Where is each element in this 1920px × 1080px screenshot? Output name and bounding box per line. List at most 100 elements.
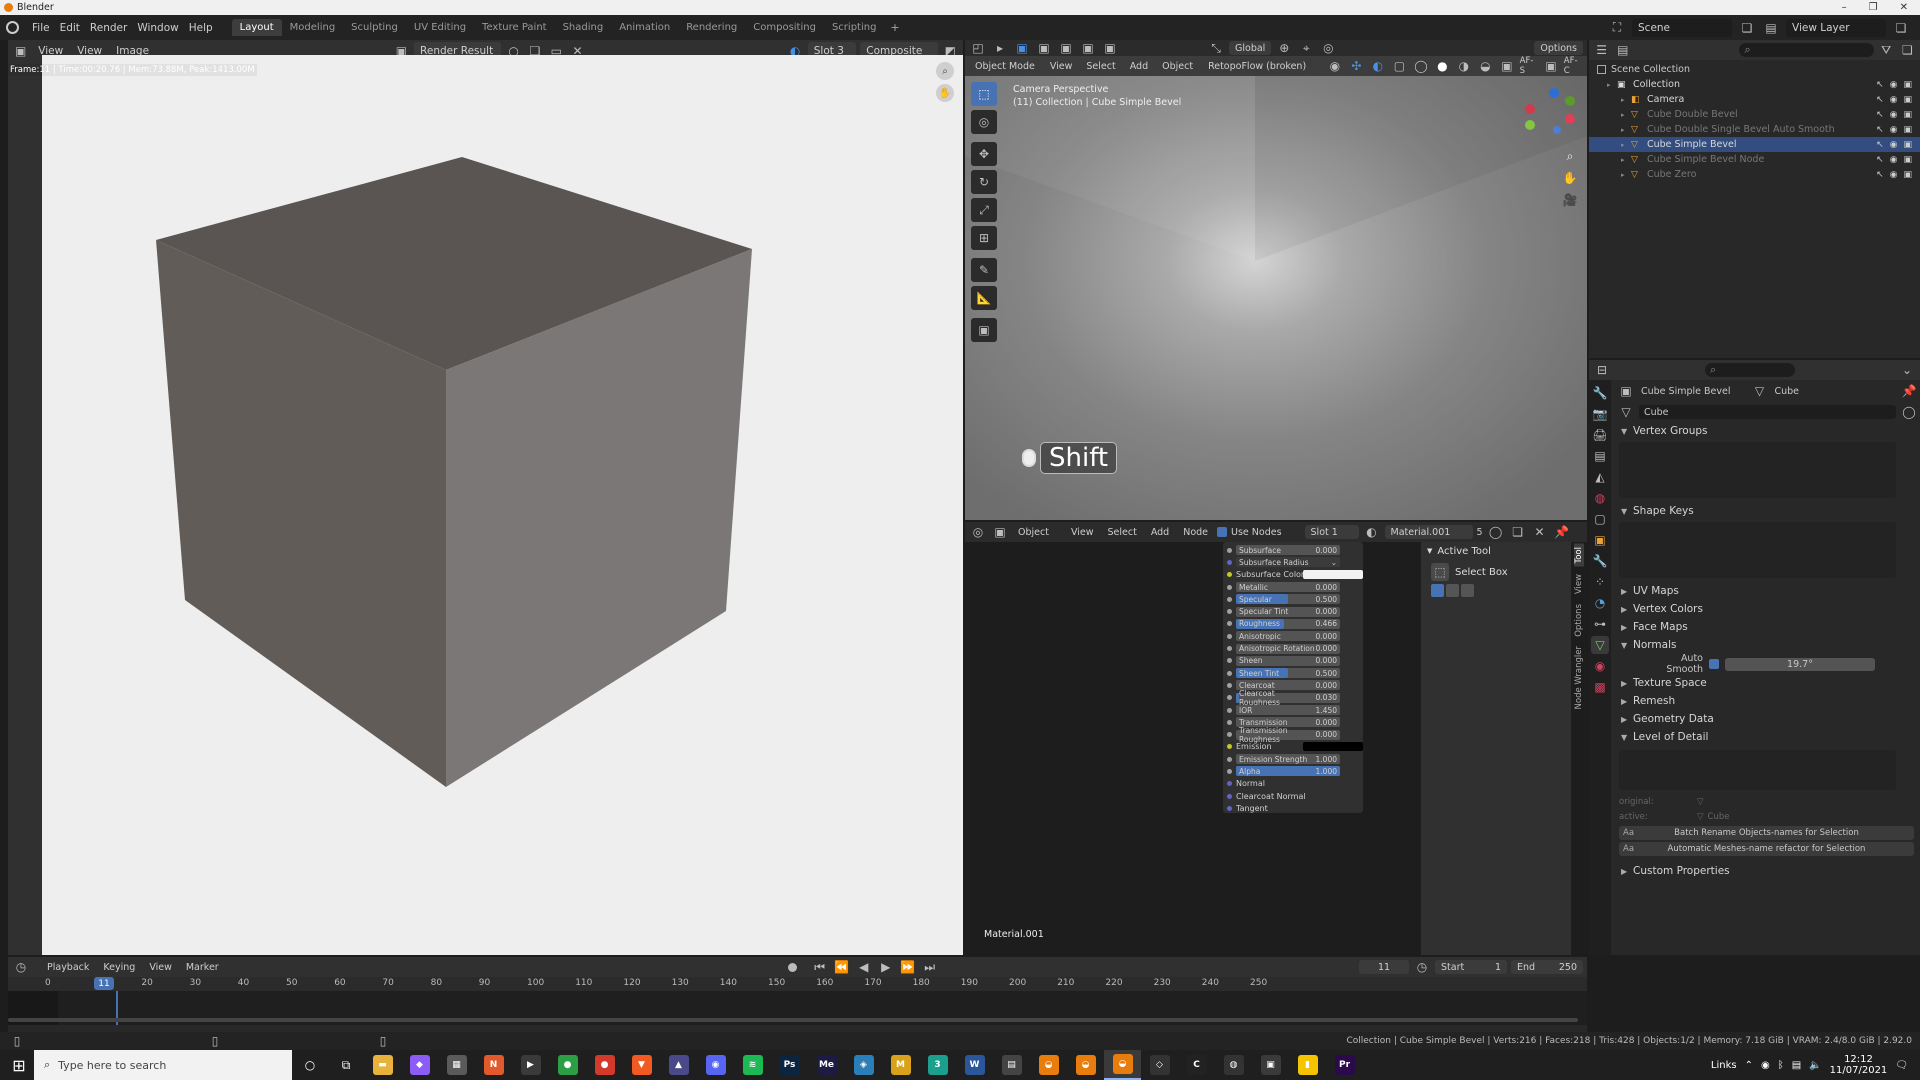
socket-dot-icon[interactable] bbox=[1227, 596, 1232, 602]
jump-end-icon[interactable]: ⏭ bbox=[921, 958, 939, 976]
viewport-view-menu[interactable]: View bbox=[1045, 61, 1078, 72]
unity-icon[interactable]: ◇ bbox=[1141, 1050, 1178, 1080]
node-select-menu[interactable]: Select bbox=[1103, 527, 1142, 538]
workspace-tab-rendering[interactable]: Rendering bbox=[678, 19, 745, 36]
add-cube-tool-icon[interactable]: ▣ bbox=[971, 318, 997, 342]
bluetooth-icon[interactable]: ᛒ bbox=[1778, 1060, 1784, 1071]
material-users-count[interactable]: 5 bbox=[1477, 527, 1483, 538]
task-view-icon[interactable]: ⧉ bbox=[328, 1056, 364, 1074]
eye-icon[interactable]: ◉ bbox=[1890, 110, 1898, 120]
reverse-play-icon[interactable]: ◀ bbox=[855, 958, 873, 976]
app-icon[interactable]: ◈ bbox=[845, 1050, 882, 1080]
select-toggle-icon[interactable]: ↖ bbox=[1876, 95, 1884, 105]
outliner-item[interactable]: ▸ ▽ Cube Double Bevel ↖ ◉ ▣ bbox=[1589, 107, 1920, 122]
select-tool-icon[interactable]: ▸ bbox=[991, 40, 1009, 57]
node-node-menu[interactable]: Node bbox=[1178, 527, 1213, 538]
cursor-tool-icon[interactable]: ◎ bbox=[971, 110, 997, 134]
options-menu[interactable]: Options bbox=[1534, 41, 1583, 55]
overlay-af-c-label[interactable]: AF-C bbox=[1564, 56, 1583, 76]
shading-wireframe-icon[interactable]: ◯ bbox=[1412, 57, 1430, 75]
camera-disable-icon[interactable]: ▣ bbox=[1903, 95, 1912, 105]
s-icon[interactable]: 3 bbox=[919, 1050, 956, 1080]
node-add-menu[interactable]: Add bbox=[1146, 527, 1174, 538]
expand-arrow-icon[interactable]: ▸ bbox=[1607, 81, 1617, 89]
panel-header-vertex-groups[interactable]: ▼ Vertex Groups bbox=[1613, 422, 1918, 440]
camera-disable-icon[interactable]: ▣ bbox=[1903, 125, 1912, 135]
socket-slider[interactable]: Specular Tint 0.000 bbox=[1236, 606, 1340, 617]
spotify-icon[interactable]: ≋ bbox=[734, 1050, 771, 1080]
timeline-scrollbar[interactable] bbox=[8, 1018, 1578, 1022]
socket-row[interactable]: Sheen 0.000 bbox=[1223, 655, 1363, 667]
shading-rendered-icon[interactable]: ◒ bbox=[1477, 57, 1495, 75]
globe-icon[interactable]: ◍ bbox=[1215, 1050, 1252, 1080]
outliner-item[interactable]: ▸ ▽ Cube Double Single Bevel Auto Smooth ↖ ◉… bbox=[1589, 122, 1920, 137]
select-extend-mode-icon[interactable] bbox=[1446, 584, 1459, 597]
cursor-icon[interactable]: ▶ bbox=[512, 1050, 549, 1080]
gizmo-icon[interactable]: ✣ bbox=[1348, 57, 1366, 75]
output-tab-icon[interactable]: 🖨 bbox=[1591, 426, 1609, 444]
render-result-canvas[interactable] bbox=[42, 55, 963, 955]
zoom-icon[interactable]: ⌕ bbox=[936, 62, 954, 80]
socket-row[interactable]: Alpha 1.000 bbox=[1223, 765, 1363, 777]
fake-user-icon[interactable]: ◯ bbox=[1487, 523, 1505, 541]
camera-view-icon[interactable]: ▣ bbox=[1542, 57, 1560, 75]
chrome-icon[interactable]: ● bbox=[549, 1050, 586, 1080]
socket-dot-icon[interactable] bbox=[1227, 559, 1232, 565]
new-collection-icon[interactable]: ❏ bbox=[1899, 41, 1916, 59]
overlays-icon[interactable]: ◐ bbox=[1369, 57, 1387, 75]
workspace-tab-layout[interactable]: Layout bbox=[231, 19, 282, 36]
material-copy-icon[interactable]: ❏ bbox=[1509, 523, 1527, 541]
panel-header-normals[interactable]: ▼ Normals bbox=[1613, 636, 1918, 654]
socket-slider[interactable]: Alpha 1.000 bbox=[1236, 766, 1340, 777]
expand-arrow-icon[interactable]: ▸ bbox=[1621, 111, 1631, 119]
editor-type-icon[interactable]: ▣ bbox=[12, 42, 29, 60]
socket-row[interactable]: Normal bbox=[1223, 778, 1363, 790]
mesh-browse-icon[interactable]: ▽ bbox=[1617, 403, 1635, 421]
collection-tab-icon[interactable]: ▢ bbox=[1591, 510, 1609, 528]
socket-slider[interactable]: Specular 0.500 bbox=[1236, 594, 1340, 605]
socket-row[interactable]: Tangent bbox=[1223, 802, 1363, 814]
viewport-object-menu[interactable]: Object bbox=[1157, 61, 1198, 72]
xray-icon[interactable]: ▢ bbox=[1391, 57, 1409, 75]
viewport-select-menu[interactable]: Select bbox=[1081, 61, 1120, 72]
socket-dot-icon[interactable] bbox=[1227, 646, 1232, 652]
workspace-tab-compositing[interactable]: Compositing bbox=[745, 19, 824, 36]
shading-material-icon[interactable]: ◑ bbox=[1455, 57, 1473, 75]
timeline-track-area[interactable] bbox=[8, 991, 1587, 1025]
premiere-icon[interactable]: Pr bbox=[1326, 1050, 1363, 1080]
select-toggle-icon[interactable]: ↖ bbox=[1876, 170, 1884, 180]
outliner-item[interactable]: ▸ ◧ Camera ↖ ◉ ▣ bbox=[1589, 92, 1920, 107]
eye-icon[interactable]: ◉ bbox=[1890, 125, 1898, 135]
socket-row[interactable]: Subsurface Color bbox=[1223, 569, 1363, 581]
use-nodes-checkbox[interactable] bbox=[1217, 527, 1228, 537]
properties-search-field[interactable]: ⌕ bbox=[1705, 363, 1795, 377]
socket-dot-icon[interactable] bbox=[1227, 682, 1232, 688]
transform-tool-icon[interactable]: ⊞ bbox=[971, 226, 997, 250]
jump-start-icon[interactable]: ⏮ bbox=[811, 958, 829, 976]
physics-tab-icon[interactable]: ◔ bbox=[1591, 594, 1609, 612]
node-editor-type-selector[interactable]: Object bbox=[1013, 527, 1054, 538]
color-swatch[interactable] bbox=[1303, 570, 1363, 580]
navigation-gizmo[interactable] bbox=[1525, 88, 1581, 144]
m-icon[interactable]: M bbox=[882, 1050, 919, 1080]
particles-tab-icon[interactable]: ⁘ bbox=[1591, 573, 1609, 591]
sidebar-tab-view[interactable]: View bbox=[1574, 571, 1584, 597]
overlay-af-s-label[interactable]: AF-S bbox=[1520, 56, 1539, 76]
modifier-tab-icon[interactable]: 🔧 bbox=[1591, 552, 1609, 570]
socket-dot-icon[interactable] bbox=[1227, 719, 1232, 725]
socket-dot-icon[interactable] bbox=[1227, 572, 1232, 578]
socket-slider[interactable]: Metallic 0.000 bbox=[1236, 582, 1340, 593]
menu-render[interactable]: Render bbox=[85, 22, 132, 34]
outliner-display-mode-icon[interactable]: ▤ bbox=[1614, 41, 1631, 59]
scene-tab-icon[interactable]: ◭ bbox=[1591, 468, 1609, 486]
socket-dot-icon[interactable] bbox=[1227, 621, 1232, 627]
camera-disable-icon[interactable]: ▣ bbox=[1903, 140, 1912, 150]
blender-active-icon[interactable]: ◒ bbox=[1104, 1050, 1141, 1080]
socket-row[interactable]: Anisotropic 0.000 bbox=[1223, 630, 1363, 642]
new-scene-icon[interactable]: ❏ bbox=[1738, 19, 1756, 37]
socket-slider[interactable]: Emission Strength 1.000 bbox=[1236, 754, 1340, 765]
windows-start-icon[interactable]: ⊞ bbox=[4, 1056, 34, 1075]
mesh-name-field[interactable]: Cube bbox=[1639, 405, 1896, 419]
add-workspace-button[interactable]: + bbox=[890, 21, 899, 34]
timeline-ruler[interactable]: 0 20 30 40 50 60 70 80 90 100 110 120 130 140 150 160 17… bbox=[8, 977, 1587, 991]
